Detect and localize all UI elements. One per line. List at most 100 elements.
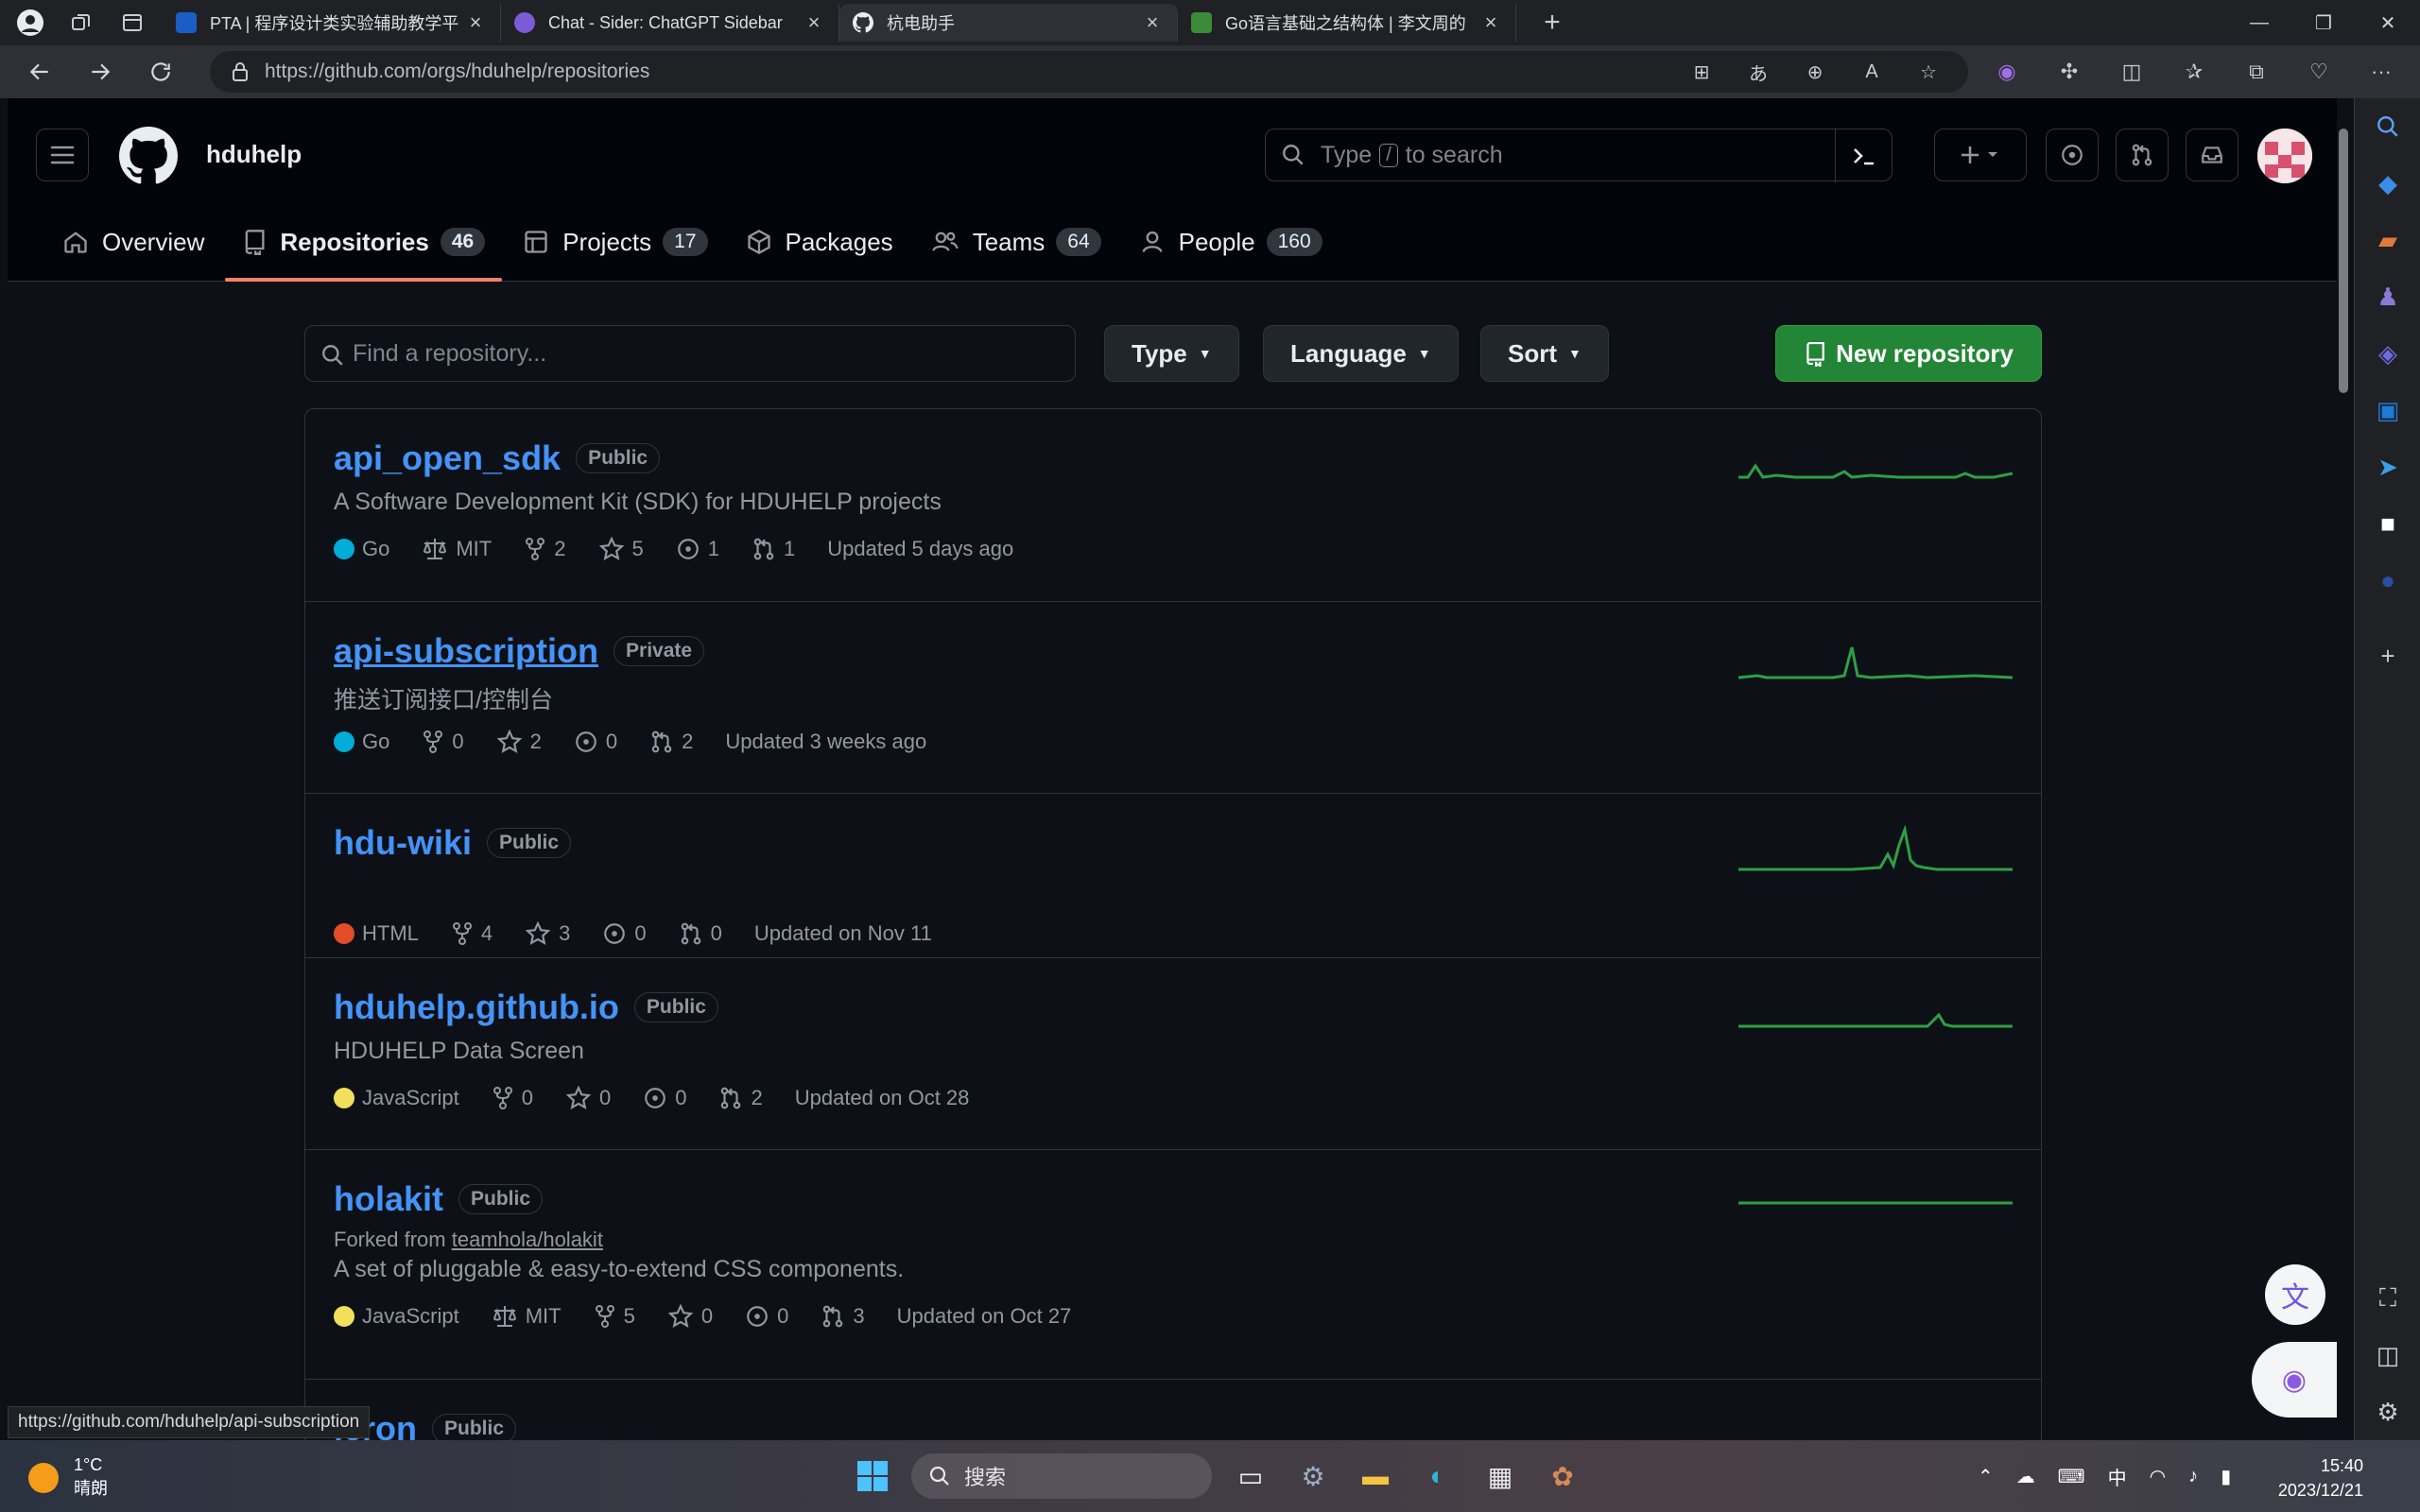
- stars[interactable]: 3: [525, 921, 570, 946]
- tab-sider[interactable]: Chat - Sider: ChatGPT Sidebar ×: [501, 4, 839, 42]
- forked-from-link[interactable]: teamhola/holakit: [452, 1228, 603, 1251]
- forks[interactable]: 2: [524, 537, 566, 561]
- forks[interactable]: 5: [594, 1304, 635, 1329]
- clock[interactable]: 15:40 2023/12/21: [2278, 1453, 2363, 1503]
- games-icon[interactable]: ♟: [2355, 268, 2420, 325]
- tab-repositories[interactable]: Repositories 46: [225, 215, 503, 282]
- pull-requests[interactable]: 2: [649, 730, 693, 754]
- translate-float-icon[interactable]: 文: [2265, 1264, 2325, 1325]
- close-icon[interactable]: ×: [464, 10, 487, 35]
- copilot-icon[interactable]: ◈: [2355, 325, 2420, 382]
- shopping-tag-icon[interactable]: ◆: [2355, 155, 2420, 212]
- new-repository-button[interactable]: New repository: [1775, 325, 2042, 382]
- command-palette-icon[interactable]: [1835, 129, 1892, 182]
- read-aloud-icon[interactable]: A: [1843, 61, 1900, 83]
- stars[interactable]: 0: [667, 1304, 713, 1329]
- stars[interactable]: 5: [598, 537, 644, 561]
- forks[interactable]: 0: [422, 730, 464, 754]
- tab-go-struct[interactable]: Go语言基础之结构体 | 李文周的 ×: [1178, 4, 1516, 42]
- close-icon[interactable]: ×: [1479, 10, 1502, 35]
- refresh-icon[interactable]: [130, 45, 191, 98]
- create-new-button[interactable]: [1934, 129, 2027, 181]
- tab-people[interactable]: People 160: [1122, 215, 1340, 268]
- issues[interactable]: 0: [574, 730, 617, 754]
- chevron-up-icon[interactable]: ⌃: [1978, 1465, 1994, 1488]
- repo-name-link[interactable]: hdu-wiki: [334, 823, 472, 863]
- weather-widget[interactable]: 1°C 晴朗: [28, 1455, 108, 1500]
- tab-hduhelp[interactable]: 杭电助手 ×: [839, 4, 1178, 42]
- onedrive-icon[interactable]: ☁: [2016, 1465, 2035, 1488]
- issues[interactable]: 0: [602, 921, 647, 946]
- pull-requests[interactable]: 0: [679, 921, 722, 946]
- lock-icon[interactable]: [231, 61, 250, 82]
- scrollbar-thumb[interactable]: [2339, 129, 2348, 393]
- hide-sidebar-icon[interactable]: ◫: [2355, 1327, 2420, 1383]
- add-sidebar-app-icon[interactable]: +: [2355, 627, 2420, 684]
- search-input[interactable]: Type / to search: [1265, 129, 1893, 182]
- org-name[interactable]: hduhelp: [206, 140, 302, 169]
- sidebar-search-icon[interactable]: [2355, 98, 2420, 155]
- volume-icon[interactable]: ♪: [2188, 1466, 2198, 1487]
- issues[interactable]: 0: [745, 1304, 788, 1329]
- pull-requests-icon[interactable]: [2116, 129, 2169, 181]
- close-icon[interactable]: ×: [1141, 10, 1164, 35]
- pull-requests[interactable]: 3: [821, 1304, 865, 1329]
- outlook-icon[interactable]: ▣: [2355, 382, 2420, 438]
- file-explorer-icon[interactable]: ▬: [1349, 1450, 1402, 1503]
- profile-icon[interactable]: [11, 4, 49, 42]
- keyboard-icon[interactable]: ⌨: [2058, 1465, 2085, 1488]
- edge-browser-icon[interactable]: ◐: [1411, 1450, 1464, 1503]
- taskbar-search[interactable]: 搜索: [911, 1453, 1212, 1499]
- tab-overview[interactable]: Overview: [45, 215, 221, 268]
- performance-icon[interactable]: ♡: [2288, 60, 2350, 84]
- inbox-icon[interactable]: [2186, 129, 2238, 181]
- battery-icon[interactable]: ▮: [2221, 1465, 2231, 1488]
- new-tab-icon[interactable]: +: [1533, 4, 1571, 42]
- type-filter-button[interactable]: Type ▼: [1104, 325, 1239, 382]
- issues[interactable]: 0: [643, 1086, 686, 1110]
- issues[interactable]: 1: [676, 537, 719, 561]
- favorite-star-icon[interactable]: ☆: [1900, 60, 1957, 84]
- stars[interactable]: 2: [496, 730, 542, 754]
- windows-start-icon[interactable]: [846, 1450, 899, 1503]
- settings-app-icon[interactable]: ⚙: [1287, 1450, 1340, 1503]
- split-screen-icon[interactable]: ◫: [2100, 60, 2163, 84]
- issues-icon[interactable]: [2046, 129, 2099, 181]
- language-filter-button[interactable]: Language ▼: [1263, 325, 1459, 382]
- drop-icon[interactable]: ●: [2355, 552, 2420, 609]
- sort-button[interactable]: Sort ▼: [1480, 325, 1609, 382]
- tab-projects[interactable]: Projects 17: [506, 215, 724, 268]
- repo-name-link[interactable]: api_open_sdk: [334, 438, 561, 478]
- avatar[interactable]: [2257, 129, 2312, 183]
- menu-icon[interactable]: [36, 129, 89, 181]
- pull-requests[interactable]: 2: [718, 1086, 763, 1110]
- repo-name-link[interactable]: api-subscription: [334, 631, 598, 671]
- forward-icon[interactable]: [70, 45, 130, 98]
- repo-name-link[interactable]: hduhelp.github.io: [334, 988, 619, 1027]
- more-icon[interactable]: ···: [2350, 60, 2412, 84]
- find-repository-input[interactable]: Find a repository...: [304, 325, 1076, 382]
- tab-actions-icon[interactable]: [113, 4, 151, 42]
- stars[interactable]: 0: [565, 1086, 611, 1110]
- favorites-icon[interactable]: ✰: [2163, 60, 2225, 84]
- tools-icon[interactable]: ▰: [2355, 212, 2420, 268]
- minimize-icon[interactable]: —: [2227, 0, 2291, 45]
- wifi-icon[interactable]: ◠: [2150, 1465, 2166, 1488]
- ime-indicator[interactable]: 中: [2108, 1463, 2127, 1490]
- repo-name-link[interactable]: holakit: [334, 1179, 443, 1219]
- zoom-icon[interactable]: ⊕: [1787, 60, 1843, 84]
- collections-icon[interactable]: ⧉: [2225, 60, 2288, 84]
- extensions-icon[interactable]: ✣: [2038, 60, 2100, 84]
- sider-extension-icon[interactable]: ◉: [1976, 60, 2038, 84]
- github-logo-icon[interactable]: [119, 127, 178, 185]
- send-icon[interactable]: ➤: [2355, 438, 2420, 495]
- app-available-icon[interactable]: ⊞: [1673, 60, 1730, 84]
- settings-icon[interactable]: ⚙: [2355, 1383, 2420, 1440]
- forks[interactable]: 0: [492, 1086, 533, 1110]
- tab-packages[interactable]: Packages: [729, 215, 910, 268]
- tab-pta[interactable]: PTA | 程序设计类实验辅助教学平 ×: [163, 4, 501, 42]
- store-icon[interactable]: ▦: [1474, 1450, 1527, 1503]
- restore-icon[interactable]: ❐: [2291, 0, 2356, 45]
- license[interactable]: MIT: [492, 1304, 562, 1329]
- sider-float-icon[interactable]: ◉: [2252, 1342, 2337, 1418]
